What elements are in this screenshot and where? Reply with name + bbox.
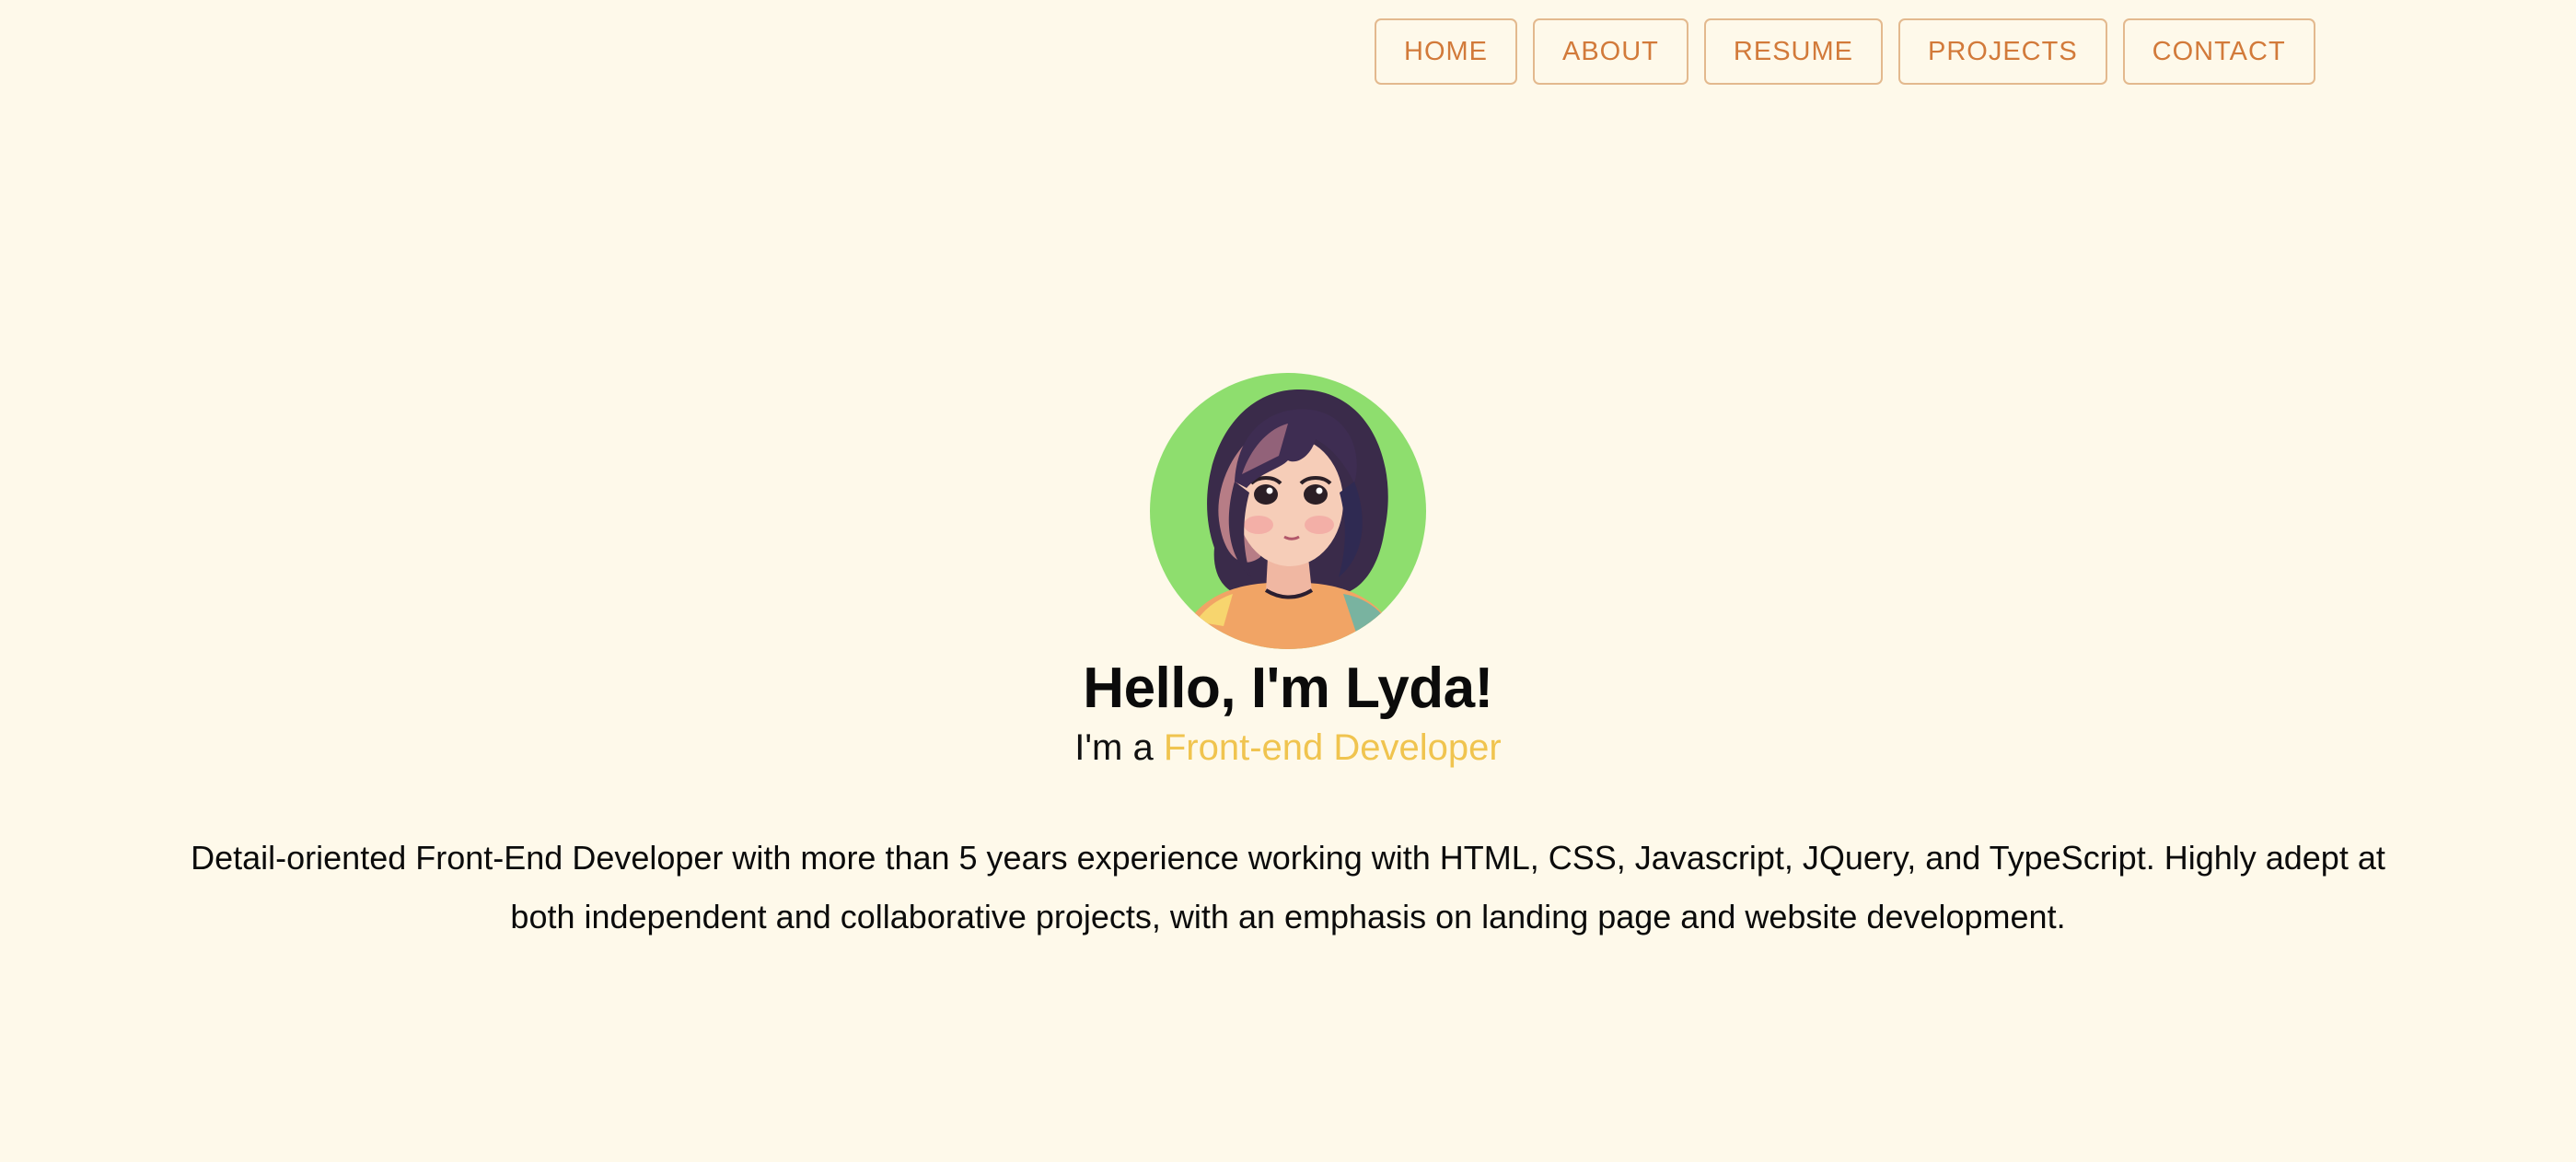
hero-section: Hello, I'm Lyda! I'm a Front-end Develop… xyxy=(0,373,2576,773)
subtitle-prefix: I'm a xyxy=(1074,727,1164,768)
main-nav: HOME ABOUT RESUME PROJECTS CONTACT xyxy=(1375,18,2315,85)
bio-paragraph: Detail-oriented Front-End Developer with… xyxy=(191,839,2385,935)
nav-contact-button[interactable]: CONTACT xyxy=(2122,18,2315,85)
avatar xyxy=(1150,373,1426,649)
subtitle-role: Front-end Developer xyxy=(1163,727,1502,768)
subtitle: I'm a Front-end Developer xyxy=(1074,723,1501,773)
page-title: Hello, I'm Lyda! xyxy=(1083,657,1493,720)
nav-about-button[interactable]: ABOUT xyxy=(1533,18,1688,85)
nav-home-button[interactable]: HOME xyxy=(1375,18,1517,85)
avatar-illustration xyxy=(1150,373,1426,649)
nav-resume-button[interactable]: RESUME xyxy=(1703,18,1883,85)
nav-projects-button[interactable]: PROJECTS xyxy=(1897,18,2107,85)
